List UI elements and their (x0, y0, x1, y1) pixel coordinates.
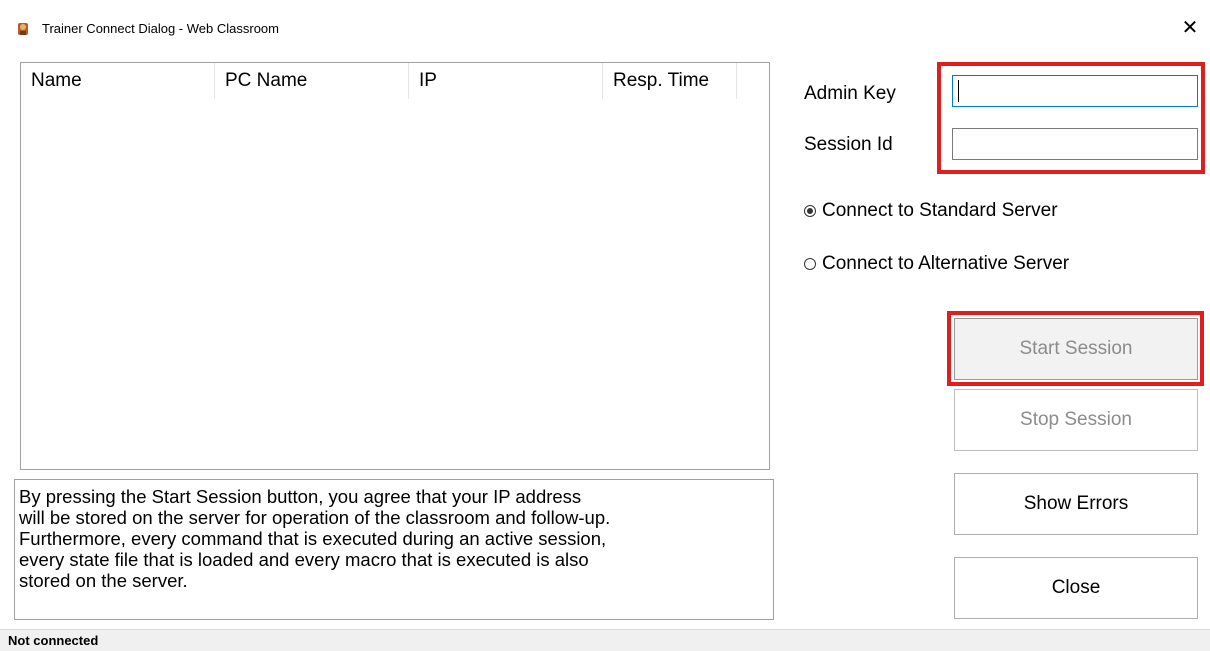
column-header-pc-name[interactable]: PC Name (215, 63, 409, 99)
privacy-notice: By pressing the Start Session button, yo… (14, 479, 774, 620)
status-bar: Not connected (0, 629, 1210, 651)
title-bar: Trainer Connect Dialog - Web Classroom ✕ (0, 0, 1210, 60)
radio-checked-icon[interactable] (804, 205, 816, 217)
client-list[interactable]: Name PC Name IP Resp. Time (20, 62, 770, 470)
radio-standard-server[interactable]: Connect to Standard Server (804, 200, 1058, 222)
column-header-resp-time[interactable]: Resp. Time (603, 63, 737, 99)
radio-alternative-label: Connect to Alternative Server (822, 253, 1070, 274)
window-title: Trainer Connect Dialog - Web Classroom (42, 21, 279, 36)
text-caret (958, 80, 959, 102)
stop-session-button[interactable]: Stop Session (954, 389, 1198, 451)
dialog-window: Trainer Connect Dialog - Web Classroom ✕… (0, 0, 1210, 651)
admin-key-input[interactable] (952, 75, 1198, 107)
radio-unchecked-icon[interactable] (804, 258, 816, 270)
list-header: Name PC Name IP Resp. Time (21, 63, 769, 99)
close-button[interactable]: Close (954, 557, 1198, 619)
notice-line: stored on the server. (19, 570, 188, 591)
notice-line: Furthermore, every command that is execu… (19, 528, 607, 549)
notice-line: By pressing the Start Session button, yo… (19, 486, 582, 507)
column-header-name[interactable]: Name (21, 63, 215, 99)
admin-key-label: Admin Key (804, 83, 896, 104)
notice-line: every state file that is loaded and ever… (19, 549, 589, 570)
radio-alternative-server[interactable]: Connect to Alternative Server (804, 253, 1069, 275)
close-icon[interactable]: ✕ (1176, 14, 1204, 42)
app-icon (18, 23, 28, 35)
notice-line: will be stored on the server for operati… (19, 507, 611, 528)
radio-standard-label: Connect to Standard Server (822, 200, 1058, 221)
show-errors-button[interactable]: Show Errors (954, 473, 1198, 535)
session-id-label: Session Id (804, 134, 893, 155)
session-id-input[interactable] (952, 128, 1198, 160)
start-session-button[interactable]: Start Session (954, 318, 1198, 380)
column-header-ip[interactable]: IP (409, 63, 603, 99)
